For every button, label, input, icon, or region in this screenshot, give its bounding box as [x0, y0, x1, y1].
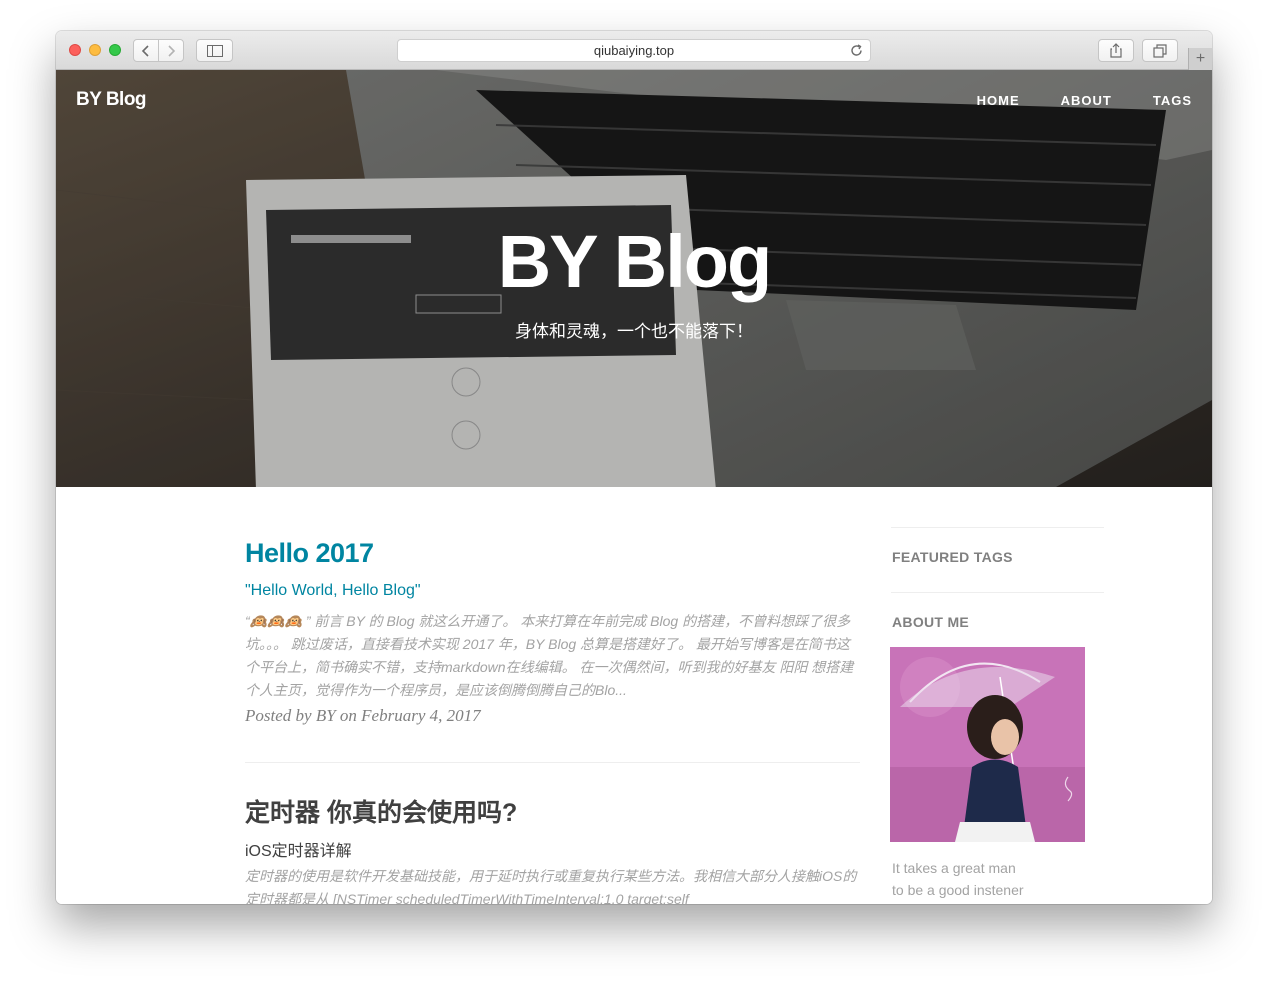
nav-link-home[interactable]: HOME: [977, 93, 1020, 108]
site-subtitle: 身体和灵魂，一个也不能落下！: [515, 322, 753, 341]
show-tabs-button[interactable]: [1142, 39, 1178, 62]
bio-line: It takes a great man: [892, 860, 1016, 876]
plus-icon: +: [1195, 50, 1206, 67]
sidebar-icon: [206, 44, 223, 57]
nav-link-about[interactable]: ABOUT: [1061, 93, 1112, 108]
about-me-bio: It takes a great man to be a good insten…: [892, 857, 1024, 901]
chevron-right-icon: [168, 44, 176, 57]
share-icon: [1110, 43, 1122, 58]
title-bar: qiubaiying.top +: [56, 31, 1212, 70]
post-subtitle[interactable]: iOS定时器详解: [245, 837, 352, 861]
url-text: qiubaiying.top: [593, 43, 675, 58]
nav-link-tags[interactable]: TAGS: [1153, 93, 1192, 108]
address-bar[interactable]: qiubaiying.top: [397, 39, 871, 62]
tabs-icon: [1153, 43, 1167, 58]
sidebar-divider: [891, 592, 1104, 593]
post-excerpt[interactable]: “🙉🙉🙉 ” 前言 BY 的 Blog 就这么开通了。 本来打算在年前完成 Bl…: [245, 610, 860, 702]
post-title-link[interactable]: Hello 2017: [245, 538, 374, 569]
nav-links: HOME ABOUT TAGS: [936, 93, 1192, 108]
browser-window: qiubaiying.top + BY Blog HOME ABOUT TAGS…: [56, 31, 1212, 904]
hero-header: BY Blog HOME ABOUT TAGS BY Blog 身体和灵魂，一个…: [56, 70, 1212, 487]
nav-brand-link[interactable]: BY Blog: [76, 89, 147, 111]
new-tab-button[interactable]: +: [1188, 48, 1212, 70]
reload-icon[interactable]: [849, 43, 864, 58]
post-excerpt[interactable]: 定时器的使用是软件开发基础技能，用于延时执行或重复执行某些方法。我相信大部分人接…: [245, 865, 860, 904]
post-title-link[interactable]: 定时器 你真的会使用吗?: [245, 793, 517, 829]
close-window-button[interactable]: [69, 44, 81, 56]
post-meta: Posted by BY on February 4, 2017: [245, 706, 481, 725]
site-title: BY Blog: [497, 220, 772, 303]
chevron-left-icon: [141, 44, 149, 57]
back-button[interactable]: [133, 39, 159, 62]
zoom-window-button[interactable]: [109, 44, 121, 56]
about-me-heading: ABOUT ME: [892, 614, 970, 630]
forward-button[interactable]: [158, 39, 184, 62]
bio-line: to be a good instener: [892, 882, 1024, 898]
featured-tags-heading: FEATURED TAGS: [892, 549, 1013, 565]
minimize-window-button[interactable]: [89, 44, 101, 56]
sidebar-toggle-button[interactable]: [196, 39, 233, 62]
share-button[interactable]: [1098, 39, 1134, 62]
post-divider: [245, 762, 860, 763]
post-subtitle[interactable]: "Hello World, Hello Blog": [245, 582, 421, 600]
sidebar-divider: [891, 527, 1104, 528]
avatar: [890, 647, 1085, 842]
main-content: Hello 2017 "Hello World, Hello Blog" “🙉🙉…: [56, 487, 1212, 904]
